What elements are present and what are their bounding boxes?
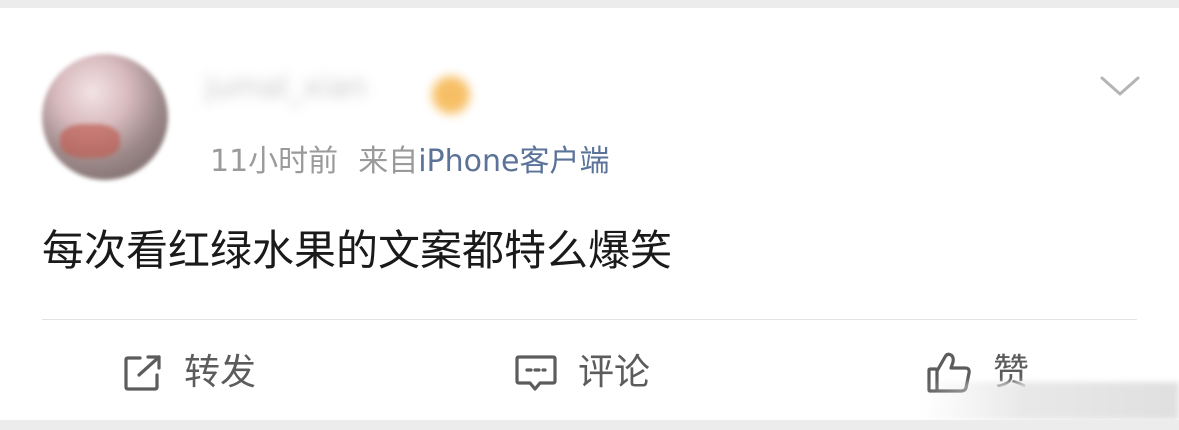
repost-label: 转发	[184, 352, 257, 393]
watermark	[920, 382, 1179, 420]
user-badge-icon	[432, 76, 470, 114]
top-separator	[0, 0, 1179, 8]
post-content: 每次看红绿水果的文案都特么爆笑	[42, 226, 673, 275]
bottom-separator	[0, 420, 1179, 430]
username[interactable]: jumal_xian	[205, 68, 440, 108]
comment-label: 评论	[578, 352, 651, 393]
avatar[interactable]	[42, 54, 168, 180]
repost-button[interactable]: 转发	[122, 346, 256, 400]
divider	[42, 319, 1137, 320]
weibo-post-card: jumal_xian 11小时前 来自iPhone客户端 每次看红绿水果的文案都特…	[0, 8, 1179, 420]
post-source-prefix: 来自	[358, 144, 419, 179]
post-time: 11小时前	[210, 144, 339, 179]
post-source-client[interactable]: iPhone客户端	[418, 144, 609, 179]
chevron-down-icon[interactable]	[1098, 68, 1142, 104]
comment-button[interactable]: 评论	[514, 346, 650, 400]
repost-icon	[124, 355, 161, 391]
comment-icon	[515, 355, 557, 391]
post-meta: 11小时前 来自iPhone客户端	[210, 142, 609, 182]
